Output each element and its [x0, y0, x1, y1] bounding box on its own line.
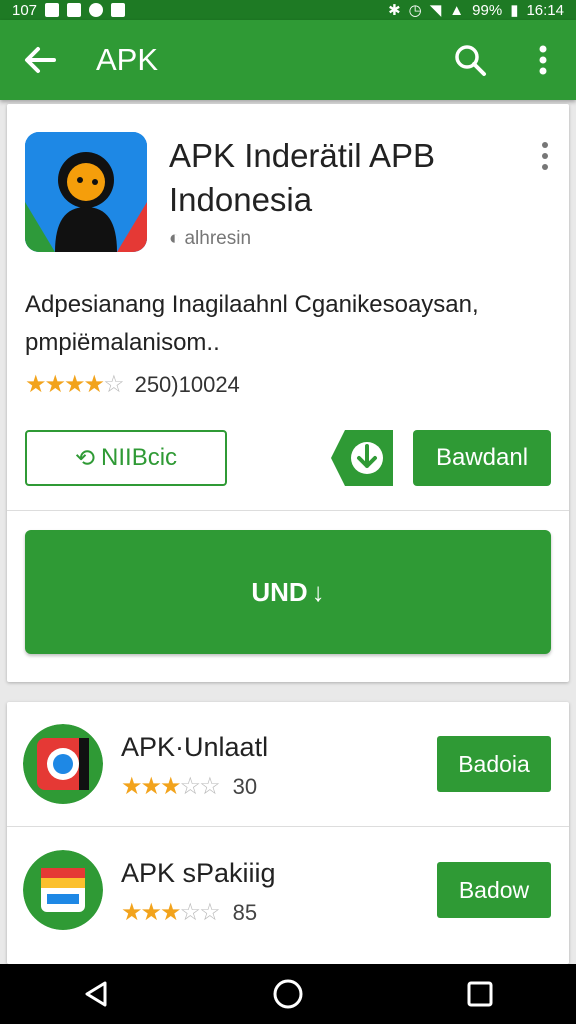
- list-item-title: APK sPakiiig: [121, 858, 276, 888]
- rating-count: 30: [232, 773, 258, 799]
- app-icon: [23, 724, 103, 804]
- system-nav-bar: [0, 964, 576, 1024]
- app-rating: ★★★★☆ 250)10024: [25, 370, 240, 399]
- list-item-rating: ★★★☆☆ 30: [121, 772, 257, 801]
- app-icon: [23, 850, 103, 930]
- clock: 16:14: [526, 1, 564, 19]
- developer-name: alhresin: [184, 228, 252, 249]
- secondary-action-label: NIIBcic: [101, 444, 178, 471]
- app-description: Adpesianang Inagilaahnl Cganikesoaysan, …: [25, 291, 479, 356]
- rating-count: 250)10024: [134, 371, 240, 397]
- card-menu-button[interactable]: [539, 140, 551, 172]
- bluetooth-icon: ✱: [388, 2, 401, 19]
- nav-recents-button[interactable]: [460, 974, 500, 1014]
- nav-home-button[interactable]: [268, 974, 308, 1014]
- app-notification-icon: [111, 3, 126, 17]
- app-bar: APK: [0, 20, 576, 100]
- app-icon: [25, 132, 147, 252]
- nav-back-button[interactable]: [76, 974, 116, 1014]
- install-button-label: UND: [251, 576, 308, 607]
- secondary-action-button[interactable]: ⟲ NIIBcic: [25, 430, 227, 486]
- rating-count: 85: [232, 899, 258, 925]
- rating-stars-icon: ★★★★☆: [25, 371, 125, 398]
- download-button[interactable]: Badow: [437, 862, 551, 918]
- divider: [7, 826, 569, 827]
- search-icon: [455, 45, 486, 76]
- download-icon-button[interactable]: [331, 430, 393, 486]
- back-button[interactable]: [20, 40, 60, 80]
- recents-square-icon: [467, 981, 493, 1007]
- app-detail-card: APK Inderätil APB Indonesia ◐ alhresin A…: [7, 104, 569, 682]
- status-left-text: 107: [12, 1, 38, 19]
- rating-stars-icon: ★★★☆☆: [121, 773, 221, 800]
- developer-icon: ◐: [169, 228, 181, 249]
- primary-action-button[interactable]: Bawdanl: [413, 430, 551, 486]
- arrow-back-icon: [25, 47, 56, 73]
- wifi-icon: ◥: [429, 2, 442, 19]
- rating-stars-icon: ★★★☆☆: [121, 899, 221, 926]
- overflow-menu-button[interactable]: [526, 40, 560, 80]
- more-vert-icon: [539, 45, 547, 75]
- gallery-icon: [67, 3, 82, 17]
- battery-level: 99%: [472, 1, 503, 19]
- status-bar: 107 ✱ ◷ ◥ ▲ 99% ▮ 16:14: [0, 0, 576, 20]
- notification-icon: [45, 3, 60, 17]
- battery-icon: ▮: [510, 2, 519, 19]
- signal-icon: ▲: [449, 1, 465, 19]
- app-developer[interactable]: ◐ alhresin: [169, 228, 251, 250]
- more-vert-icon: [542, 142, 548, 170]
- list-item-rating: ★★★☆☆ 85: [121, 898, 257, 927]
- home-circle-icon: [273, 979, 303, 1009]
- list-item-title: APK·Unlaatl: [121, 732, 269, 762]
- refresh-icon: ⟲: [74, 444, 96, 472]
- search-button[interactable]: [450, 40, 490, 80]
- install-button[interactable]: UND ↓: [25, 530, 551, 654]
- page-title: APK: [96, 42, 159, 77]
- download-button[interactable]: Badoia: [437, 736, 551, 792]
- download-arrow-icon: ↓: [311, 576, 325, 607]
- alarm-icon: ◷: [408, 2, 422, 19]
- download-tag-icon: [331, 430, 393, 486]
- list-item[interactable]: APK·Unlaatl ★★★☆☆ 30 Badoia: [7, 702, 569, 827]
- chrome-icon: [89, 3, 104, 17]
- divider: [7, 510, 569, 511]
- list-item[interactable]: APK sPakiiig ★★★☆☆ 85 Badow: [7, 828, 569, 952]
- related-apps-card: APK·Unlaatl ★★★☆☆ 30 Badoia APK sPakiiig…: [7, 702, 569, 964]
- back-triangle-icon: [85, 981, 107, 1007]
- app-title: APK Inderätil APB Indonesia: [169, 137, 435, 218]
